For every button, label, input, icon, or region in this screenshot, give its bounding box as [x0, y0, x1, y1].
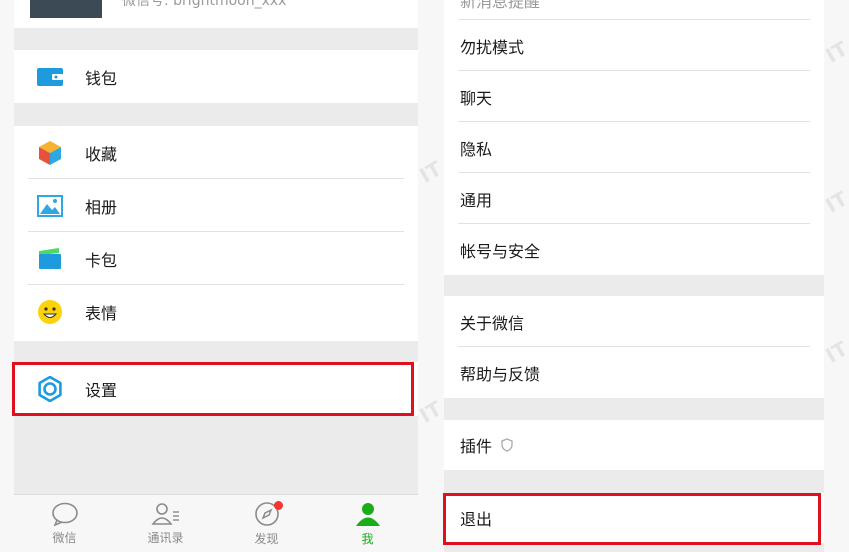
unread-badge [274, 501, 283, 510]
smiley-icon [37, 299, 63, 325]
settings-card: 设置 [14, 362, 418, 416]
watermark-logo: IT [821, 336, 849, 368]
chat-row[interactable]: 聊天 [444, 71, 824, 122]
settings-gear-icon [37, 376, 63, 402]
wallet-row[interactable]: 钱包 [14, 50, 418, 103]
general-row[interactable]: 通用 [444, 173, 824, 224]
logout-label: 退出 [460, 510, 493, 529]
profile-card[interactable]: 微信号: brightmoon_xxx [14, 0, 418, 28]
settings-label: 设置 [85, 381, 118, 400]
tab-chats-label: 微信 [52, 530, 77, 545]
tab-discover-label: 发现 [254, 531, 279, 546]
album-label: 相册 [85, 197, 118, 217]
help-feedback-label: 帮助与反馈 [460, 364, 541, 384]
about-row[interactable]: 关于微信 [444, 296, 824, 347]
general-label: 通用 [460, 190, 493, 210]
tab-me-label: 我 [361, 531, 374, 546]
logout-row[interactable]: 退出 [444, 493, 824, 543]
me-page-panel: 微信号: brightmoon_xxx 钱包 收藏 相册 卡包 表情 设置 微信… [14, 0, 418, 552]
settings-page-panel: 新消息提醒 勿扰模式 聊天 隐私 通用 帐号与安全 关于微信 帮助与反馈 插件 … [444, 0, 824, 552]
settings-main-card: 新消息提醒 勿扰模式 聊天 隐私 通用 帐号与安全 [444, 0, 824, 275]
about-card: 关于微信 帮助与反馈 [444, 296, 824, 398]
account-security-label: 帐号与安全 [460, 241, 541, 261]
watermark-logo: IT [415, 396, 446, 428]
dnd-label: 勿扰模式 [460, 37, 525, 57]
watermark-logo: IT [821, 186, 849, 218]
stickers-row[interactable]: 表情 [14, 285, 418, 338]
notifications-label: 新消息提醒 [460, 0, 541, 11]
privacy-label: 隐私 [460, 139, 493, 159]
chat-icon [51, 502, 78, 526]
wallet-card: 钱包 [14, 50, 418, 103]
features-card: 收藏 相册 卡包 表情 [14, 126, 418, 341]
me-icon [355, 502, 380, 526]
bottom-tab-bar: 微信 通讯录 发现 我 [14, 494, 418, 552]
help-feedback-row[interactable]: 帮助与反馈 [444, 347, 824, 398]
favorites-label: 收藏 [85, 144, 118, 164]
stickers-label: 表情 [85, 303, 118, 323]
contacts-icon [150, 502, 179, 525]
dnd-row[interactable]: 勿扰模式 [444, 20, 824, 71]
cards-row[interactable]: 卡包 [14, 232, 418, 285]
tab-contacts-label: 通讯录 [147, 530, 184, 545]
avatar [30, 0, 102, 18]
notifications-row[interactable]: 新消息提醒 [444, 0, 824, 20]
plugins-label: 插件 [460, 437, 493, 456]
plugins-card: 插件 [444, 420, 824, 470]
watermark-logo: IT [415, 156, 446, 188]
watermark-logo: IT [821, 36, 849, 68]
shield-icon [501, 438, 513, 452]
favorites-row[interactable]: 收藏 [14, 126, 418, 179]
plugins-row[interactable]: 插件 [444, 420, 824, 470]
tab-me[interactable]: 我 [317, 495, 418, 552]
account-security-row[interactable]: 帐号与安全 [444, 224, 824, 275]
privacy-row[interactable]: 隐私 [444, 122, 824, 173]
logout-card: 退出 [444, 493, 824, 543]
card-wallet-icon [37, 246, 63, 272]
tab-chats[interactable]: 微信 [14, 495, 115, 552]
tab-discover[interactable]: 发现 [216, 495, 317, 552]
tab-contacts[interactable]: 通讯录 [115, 495, 216, 552]
cube-icon [37, 140, 63, 166]
about-label: 关于微信 [460, 313, 525, 333]
profile-subtitle: 微信号: brightmoon_xxx [122, 0, 287, 9]
picture-icon [37, 193, 63, 219]
settings-row[interactable]: 设置 [14, 362, 418, 416]
chat-label: 聊天 [460, 88, 493, 108]
album-row[interactable]: 相册 [14, 179, 418, 232]
wallet-label: 钱包 [85, 68, 118, 88]
cards-label: 卡包 [85, 250, 118, 270]
wallet-icon [37, 64, 63, 90]
